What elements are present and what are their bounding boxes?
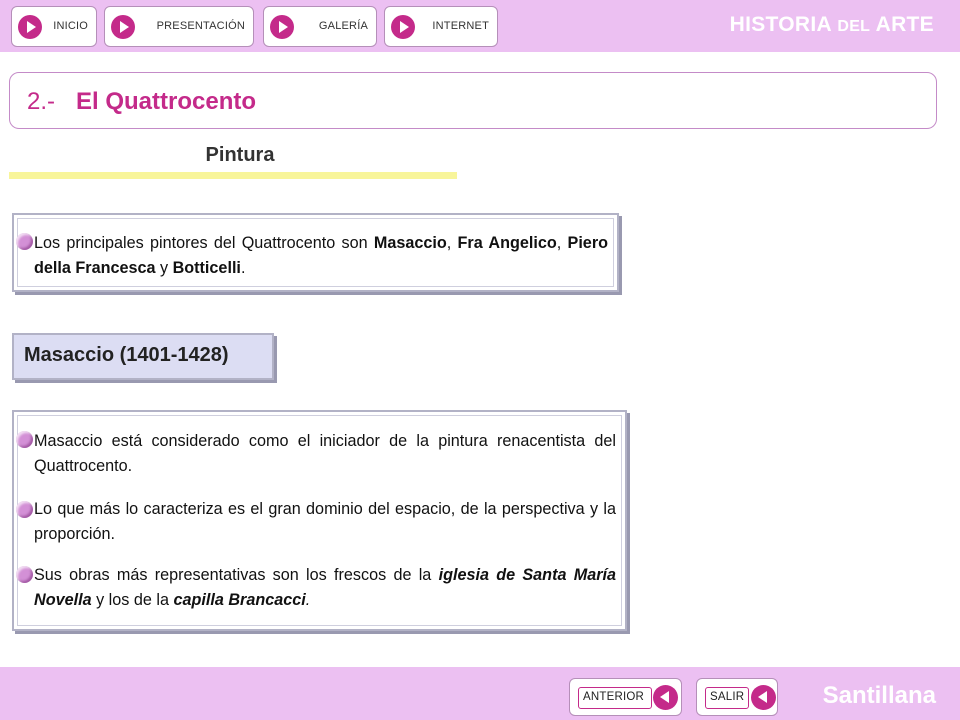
title-number: 2.-	[27, 88, 56, 115]
intro-text-part: ,	[556, 234, 568, 252]
detail-point-1: Masaccio está considerado como el inicia…	[34, 432, 616, 475]
intro-text: Los principales pintores del Quattrocent…	[34, 231, 608, 281]
heading-underline	[9, 172, 457, 179]
intro-text-part: .	[240, 259, 246, 277]
details-panel: Masaccio está considerado como el inicia…	[12, 410, 627, 631]
section-heading: Pintura	[205, 144, 275, 166]
intro-panel: Los principales pintores del Quattrocent…	[12, 213, 619, 292]
detail-text-part: y los de la	[91, 591, 174, 609]
work-name: capilla Brancacci	[173, 591, 306, 609]
publisher-logo-text: Santillana	[822, 682, 936, 709]
page-title: El Quattrocento	[76, 88, 257, 115]
salir-button[interactable]: SALIR	[696, 678, 778, 716]
back-arrow-icon	[653, 685, 678, 710]
intro-text-part: Los principales pintores del Quattrocent…	[34, 234, 374, 252]
detail-point-2: Lo que más lo caracteriza es el gran dom…	[34, 500, 616, 543]
play-arrow-icon	[391, 15, 415, 39]
nav-label-inicio: INICIO	[53, 20, 88, 32]
anterior-label: ANTERIOR	[583, 691, 645, 703]
bullet-icon	[16, 233, 33, 250]
brand-word-historia: HISTORIA	[729, 13, 832, 36]
intro-text-part: ,	[446, 234, 458, 252]
salir-label: SALIR	[710, 691, 745, 703]
nav-label-presentacion: PRESENTACIÓN	[156, 20, 245, 32]
detail-text-part: Sus obras más representativas son los fr…	[34, 566, 439, 584]
painter-name: Fra Angelico	[457, 234, 557, 252]
brand-word-arte: ARTE	[875, 13, 934, 36]
nav-button-presentacion[interactable]: PRESENTACIÓN	[104, 6, 254, 47]
nav-label-internet: INTERNET	[432, 20, 489, 32]
bullet-icon	[16, 566, 33, 583]
play-arrow-icon	[18, 15, 42, 39]
nav-button-inicio[interactable]: INICIO	[11, 6, 97, 47]
nav-button-internet[interactable]: INTERNET	[384, 6, 498, 47]
back-arrow-icon	[751, 685, 776, 710]
play-arrow-icon	[111, 15, 135, 39]
brand-title: HISTORIA DEL ARTE	[730, 13, 934, 37]
title-box: 2.- El Quattrocento	[9, 72, 937, 129]
intro-text-part: y	[155, 259, 173, 277]
detail-point-3: Sus obras más representativas son los fr…	[34, 563, 616, 613]
nav-label-galeria: GALERÍA	[318, 20, 368, 32]
painter-name: Masaccio	[373, 234, 447, 252]
brand-word-del: DEL	[837, 18, 871, 35]
bottom-bar	[0, 667, 960, 720]
artist-name: Masaccio (1401-1428)	[24, 344, 229, 366]
anterior-button[interactable]: ANTERIOR	[569, 678, 682, 716]
bullet-icon	[16, 431, 33, 448]
painter-name: Botticelli	[172, 259, 241, 277]
bullet-icon	[16, 501, 33, 518]
artist-name-box: Masaccio (1401-1428)	[12, 333, 274, 380]
play-arrow-icon	[270, 15, 294, 39]
nav-button-galeria[interactable]: GALERÍA	[263, 6, 377, 47]
detail-text-part: .	[305, 591, 311, 609]
